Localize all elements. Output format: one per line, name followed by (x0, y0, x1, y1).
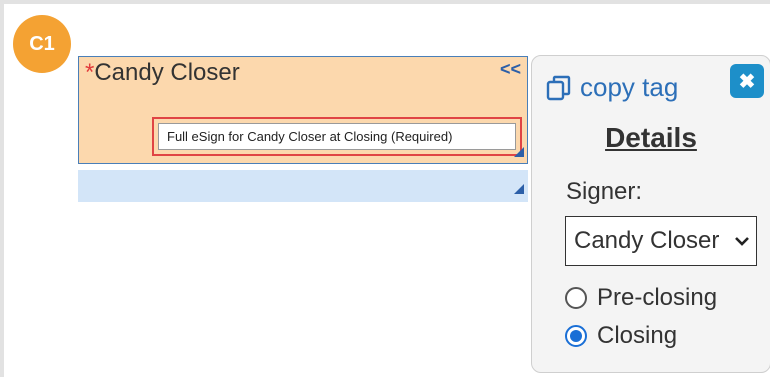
copy-tag-button[interactable]: copy tag (546, 72, 678, 103)
radio-label: Closing (597, 322, 678, 349)
radio-label: Pre-closing (597, 284, 718, 311)
close-icon: ✖ (738, 70, 756, 93)
tag-signer-name: Candy Closer (94, 59, 240, 86)
resize-handle-icon[interactable] (514, 184, 524, 194)
tag-details-panel: copy tag ✖ Details Signer: Candy Closer … (531, 55, 770, 373)
details-heading: Details (605, 122, 697, 153)
signer-label: Signer: (566, 178, 643, 205)
tag-tooltip: Full eSign for Candy Closer at Closing (… (158, 123, 516, 150)
signer-select-value: Candy Closer (574, 227, 720, 254)
close-button[interactable]: ✖ (730, 64, 764, 98)
tag-title: *Candy Closer (85, 59, 240, 87)
required-marker: * (85, 59, 95, 86)
signer-badge: C1 (13, 15, 71, 73)
radio-closing[interactable]: Closing (565, 322, 677, 350)
radio-pre-closing[interactable]: Pre-closing (565, 284, 717, 312)
collapse-button[interactable]: << (500, 59, 521, 80)
signer-select[interactable]: Candy Closer (565, 216, 757, 266)
tag-tooltip-highlight: Full eSign for Candy Closer at Closing (… (152, 117, 522, 156)
tag-drop-zone[interactable] (78, 170, 528, 202)
resize-handle-icon[interactable] (514, 147, 524, 157)
copy-tag-label: copy tag (580, 72, 679, 102)
chevron-down-icon (735, 237, 749, 246)
copy-icon (546, 75, 571, 100)
radio-button-checked[interactable] (565, 325, 587, 347)
radio-button[interactable] (565, 287, 587, 309)
